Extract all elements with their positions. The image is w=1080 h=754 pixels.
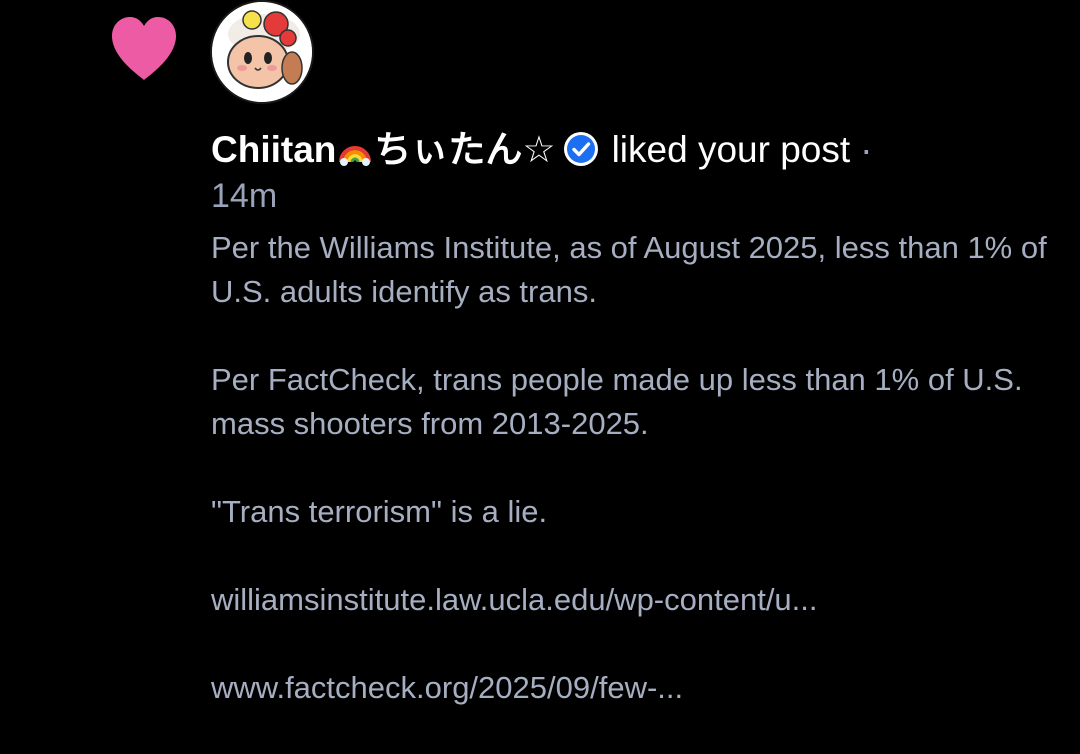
display-name-suffix[interactable]: ちぃたん☆ xyxy=(374,129,555,170)
timestamp: 14m xyxy=(211,177,278,215)
post-preview[interactable]: Per the Williams Institute, as of August… xyxy=(211,226,1051,754)
avatar[interactable] xyxy=(210,0,314,104)
post-link[interactable]: williamsinstitute.law.ucla.edu/wp-conten… xyxy=(211,578,1051,622)
notification-header: Chiitan ちぃたん☆ liked your post · xyxy=(211,128,1031,172)
separator-dot: · xyxy=(860,129,873,170)
post-paragraph: "Trans terrorism" is a lie. xyxy=(211,494,548,529)
rainbow-emoji-icon xyxy=(339,146,372,166)
verified-check-icon xyxy=(563,132,598,166)
post-paragraph: Per FactCheck, trans people made up less… xyxy=(211,362,1023,441)
display-name[interactable]: Chiitan xyxy=(211,129,336,170)
heart-icon xyxy=(112,17,176,80)
action-text: liked your post xyxy=(611,129,851,170)
post-link[interactable]: www.factcheck.org/2025/09/few-... xyxy=(211,666,1051,710)
post-paragraph: Per the Williams Institute, as of August… xyxy=(211,230,1047,309)
like-notification[interactable]: Chiitan ちぃたん☆ liked your post · 14m Per t… xyxy=(0,0,1080,731)
